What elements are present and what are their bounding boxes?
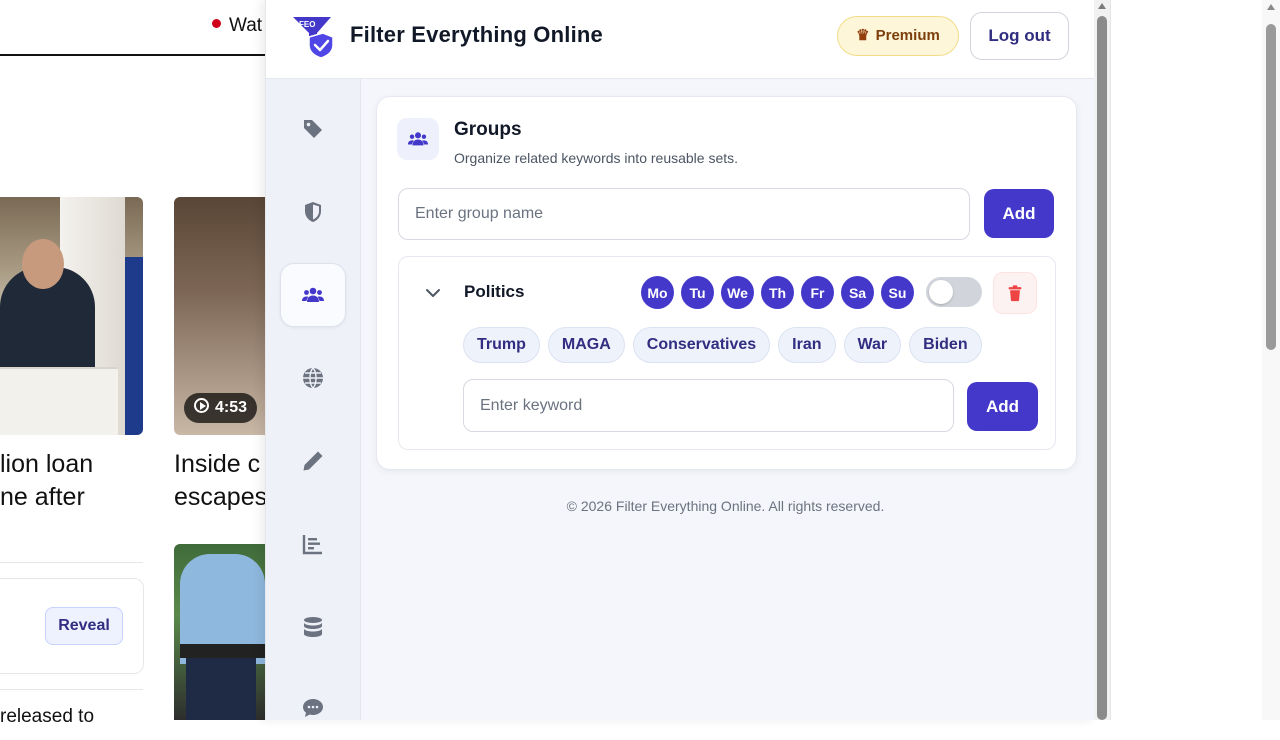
day-toggle-fr[interactable]: Fr: [801, 276, 834, 309]
app-logo-icon: FEO: [293, 17, 334, 59]
group-name: Politics: [464, 282, 525, 301]
keyword-chip[interactable]: Conservatives: [632, 327, 771, 363]
database-icon: [304, 617, 322, 637]
news-headline[interactable]: Inside c escapes: [174, 448, 265, 514]
day-toggle-mo[interactable]: Mo: [641, 276, 674, 309]
panel-header: FEO Filter Everything Online ♛ Premium Lo…: [266, 0, 1095, 79]
keyword-chip[interactable]: War: [843, 327, 902, 363]
add-group-button[interactable]: Add: [984, 189, 1054, 238]
scrollbar-thumb[interactable]: [1097, 16, 1107, 720]
sidebar-item-customize[interactable]: [280, 429, 346, 493]
day-selector: Mo Tu We Th Fr Sa Su: [641, 276, 914, 309]
tag-icon: [304, 120, 322, 138]
video-duration-badge: 4:53: [184, 393, 258, 423]
keyword-chip[interactable]: Iran: [778, 327, 836, 363]
page-scrollbar[interactable]: [1262, 0, 1280, 720]
chart-icon: [302, 535, 322, 555]
shield-icon: [305, 202, 321, 222]
page-right-margin: [1110, 0, 1263, 720]
chat-icon: [303, 699, 323, 717]
keyword-chip[interactable]: Trump: [463, 327, 540, 363]
users-icon: [302, 287, 324, 302]
scroll-up-arrow-icon[interactable]: [1098, 3, 1106, 9]
news-topbar: Wat: [0, 0, 265, 56]
sidebar-nav: [266, 79, 361, 720]
add-keyword-button[interactable]: Add: [967, 382, 1038, 431]
news-snippet[interactable]: released to: [0, 706, 94, 728]
sidebar-item-keywords[interactable]: [280, 97, 346, 161]
divider: [0, 689, 143, 690]
logout-button[interactable]: Log out: [970, 12, 1069, 60]
scroll-up-arrow-icon[interactable]: [1267, 4, 1275, 10]
svg-text:FEO: FEO: [299, 20, 315, 29]
premium-badge[interactable]: ♛ Premium: [837, 16, 959, 56]
section-subtitle: Organize related keywords into reusable …: [454, 150, 739, 166]
news-image-officer[interactable]: [174, 544, 265, 720]
delete-group-button[interactable]: [993, 272, 1037, 314]
day-toggle-tu[interactable]: Tu: [681, 276, 714, 309]
keyword-chip[interactable]: MAGA: [547, 327, 625, 363]
day-toggle-th[interactable]: Th: [761, 276, 794, 309]
group-item-politics: Politics Mo Tu We Th Fr Sa Su Trump MAGA…: [398, 256, 1056, 450]
group-name-input[interactable]: [398, 188, 970, 240]
extension-panel: FEO Filter Everything Online ♛ Premium Lo…: [265, 0, 1095, 720]
globe-icon: [303, 367, 323, 389]
sidebar-item-blocking[interactable]: [280, 180, 346, 244]
crown-icon: ♛: [856, 27, 870, 44]
chevron-down-icon[interactable]: [423, 283, 443, 303]
day-toggle-su[interactable]: Su: [881, 276, 914, 309]
groups-card: Groups Organize related keywords into re…: [376, 96, 1077, 470]
live-label[interactable]: Wat: [212, 15, 262, 37]
day-toggle-we[interactable]: We: [721, 276, 754, 309]
live-label-text: Wat: [229, 15, 263, 36]
footer-copyright: © 2026 Filter Everything Online. All rig…: [566, 498, 885, 514]
sidebar-item-groups[interactable]: [280, 263, 346, 327]
play-circle-icon: [194, 398, 209, 414]
live-dot-icon: [212, 19, 221, 29]
news-image-press-conference[interactable]: [0, 197, 143, 435]
keyword-input[interactable]: [463, 379, 954, 432]
sidebar-item-feedback[interactable]: [280, 676, 346, 740]
section-title: Groups: [454, 119, 522, 140]
sidebar-item-sites[interactable]: [280, 346, 346, 410]
scrollbar-thumb[interactable]: [1266, 24, 1276, 350]
keyword-chip[interactable]: Biden: [909, 327, 982, 363]
premium-label: Premium: [875, 27, 940, 44]
users-icon: [397, 118, 439, 160]
day-toggle-sa[interactable]: Sa: [841, 276, 874, 309]
keyword-list: Trump MAGA Conservatives Iran War Biden: [463, 327, 982, 363]
sidebar-item-stats[interactable]: [280, 512, 346, 576]
news-headline[interactable]: lion loan ne after: [0, 448, 140, 514]
group-enabled-toggle[interactable]: [926, 277, 982, 307]
pencil-icon: [303, 451, 323, 471]
app-title: Filter Everything Online: [350, 22, 603, 47]
panel-scrollbar[interactable]: [1094, 0, 1110, 720]
trash-icon: [1008, 285, 1022, 302]
reveal-button[interactable]: Reveal: [45, 607, 123, 645]
toggle-knob: [929, 280, 953, 304]
sidebar-item-data[interactable]: [280, 595, 346, 659]
divider: [0, 562, 143, 563]
video-duration-text: 4:53: [215, 399, 248, 416]
